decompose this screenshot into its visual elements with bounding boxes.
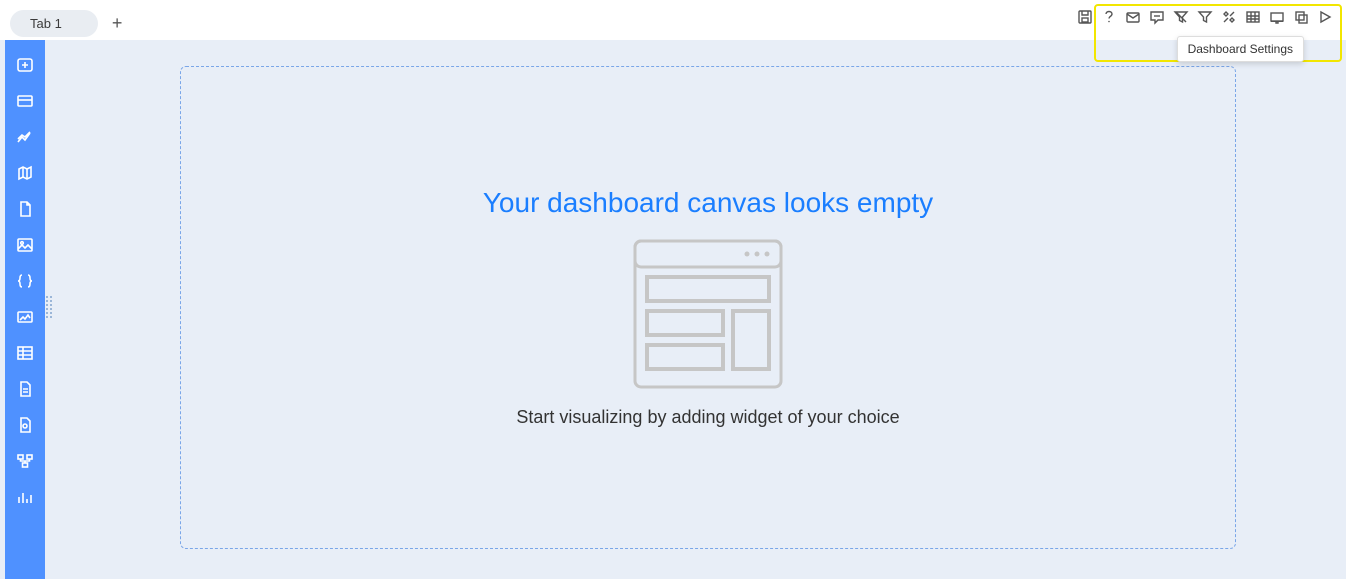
document-icon[interactable]: [14, 198, 36, 220]
empty-canvas-graphic: [633, 239, 783, 389]
main-area: Your dashboard canvas looks empty Start …: [0, 40, 1346, 579]
dashboard-canvas[interactable]: Your dashboard canvas looks empty Start …: [180, 66, 1236, 549]
widget-sidebar: [5, 40, 45, 579]
insert-icon[interactable]: [14, 54, 36, 76]
clone-icon[interactable]: [1292, 8, 1310, 26]
empty-canvas-title: Your dashboard canvas looks empty: [483, 187, 933, 219]
add-tab-button[interactable]: +: [106, 14, 129, 32]
tree-icon[interactable]: [14, 450, 36, 472]
file-icon[interactable]: [14, 414, 36, 436]
card-icon[interactable]: [14, 90, 36, 112]
line-chart-icon[interactable]: [14, 126, 36, 148]
tooltip: Dashboard Settings: [1177, 36, 1304, 62]
filter-icon[interactable]: [1196, 8, 1214, 26]
help-icon[interactable]: [1100, 8, 1118, 26]
map-icon[interactable]: [14, 162, 36, 184]
image-icon[interactable]: [14, 234, 36, 256]
sidebar-drag-handle[interactable]: [46, 296, 52, 320]
layout-icon[interactable]: [1268, 8, 1286, 26]
play-icon[interactable]: [1316, 8, 1334, 26]
clear-filter-icon[interactable]: [1172, 8, 1190, 26]
empty-canvas-subtitle: Start visualizing by adding widget of yo…: [516, 407, 899, 428]
save-icon[interactable]: [1076, 8, 1094, 26]
gallery-icon[interactable]: [14, 306, 36, 328]
bar-chart-icon[interactable]: [14, 486, 36, 508]
comment-icon[interactable]: [1148, 8, 1166, 26]
tab-item[interactable]: Tab 1: [10, 10, 98, 37]
table-icon[interactable]: [1244, 8, 1262, 26]
grid-icon[interactable]: [14, 342, 36, 364]
settings-icon[interactable]: [1220, 8, 1238, 26]
top-toolbar: [1076, 8, 1334, 26]
page-icon[interactable]: [14, 378, 36, 400]
braces-icon[interactable]: [14, 270, 36, 292]
mail-icon[interactable]: [1124, 8, 1142, 26]
